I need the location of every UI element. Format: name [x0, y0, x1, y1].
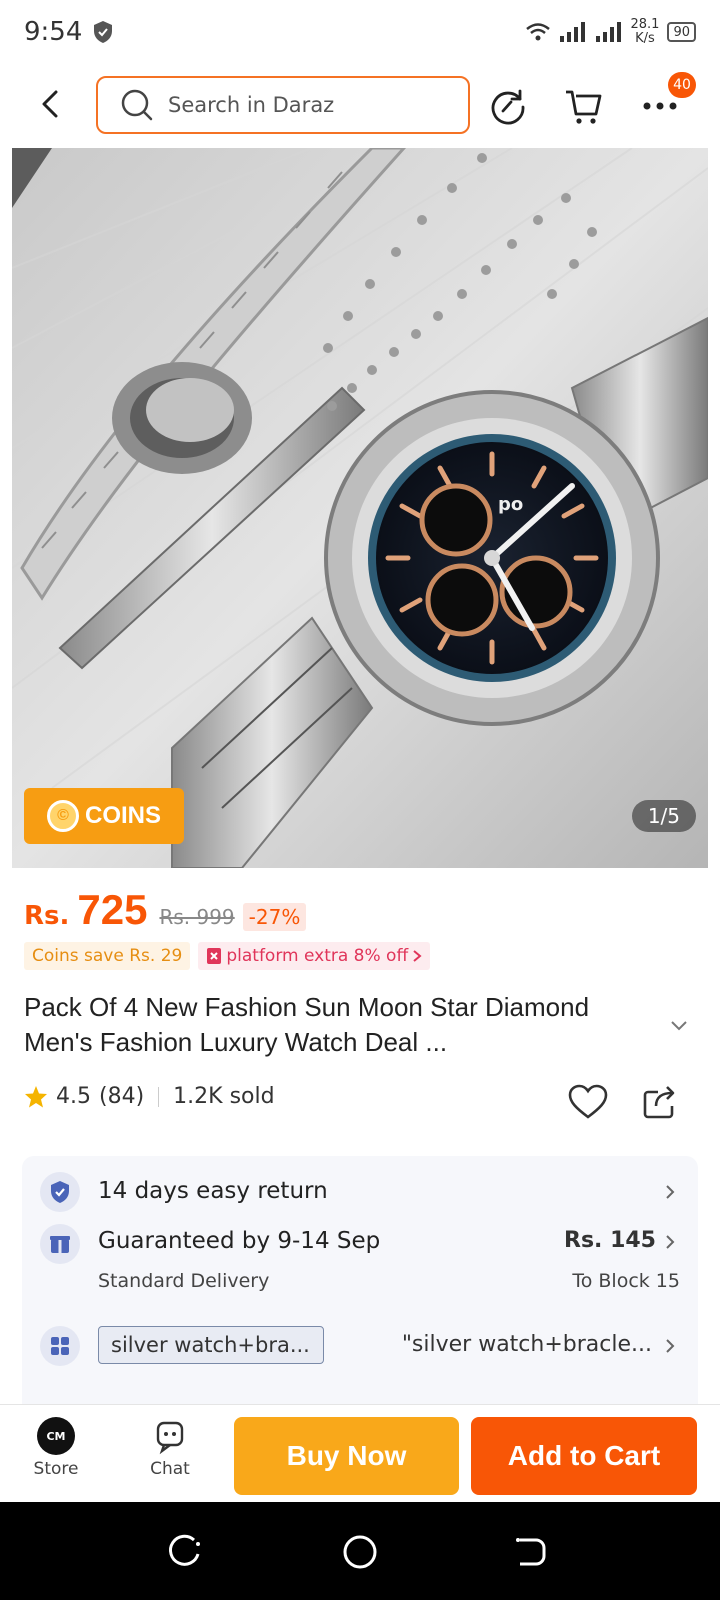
- signal-icon-2: [595, 22, 621, 42]
- wishlist-button[interactable]: [566, 1080, 610, 1124]
- store-button[interactable]: CM Store: [16, 1417, 96, 1479]
- net-speed: 28.1 K/s: [631, 18, 660, 46]
- product-photo: po: [12, 148, 708, 868]
- price-row: Rs. 725 Rs. 999 -27%: [24, 886, 307, 934]
- back-button[interactable]: [30, 84, 70, 124]
- notification-badge: 40: [668, 72, 696, 98]
- coin-icon: ©: [46, 800, 79, 832]
- add-to-cart-button[interactable]: Add to Cart: [471, 1417, 697, 1495]
- variant-row[interactable]: silver watch+bra... "silver watch+bracle…: [22, 1322, 698, 1370]
- home-icon[interactable]: [340, 1532, 380, 1572]
- platform-offer-chip[interactable]: platform extra 8% off: [198, 942, 431, 970]
- price-current: 725: [77, 886, 148, 933]
- chevron-right-icon: [666, 1339, 675, 1353]
- more-button[interactable]: 40: [638, 72, 696, 128]
- chat-button[interactable]: Chat: [130, 1417, 210, 1479]
- more-dots-icon: [643, 102, 677, 110]
- return-policy-row[interactable]: 14 days easy return: [22, 1168, 698, 1216]
- chevron-right-icon: [666, 1235, 675, 1249]
- chevron-left-icon: [42, 90, 58, 118]
- coins-save-chip: Coins save Rs. 29: [24, 942, 191, 970]
- chat-label: Chat: [150, 1459, 190, 1479]
- svg-text:po: po: [498, 494, 523, 515]
- rating-row[interactable]: 4.5 (84) 1.2K sold: [24, 1084, 275, 1109]
- battery-level: 90: [673, 24, 690, 40]
- divider: [158, 1086, 160, 1107]
- delivery-destination: To Block 15: [572, 1270, 680, 1292]
- refresh-history-icon: [491, 89, 525, 125]
- return-shield-icon: [40, 1172, 80, 1212]
- wifi-icon: [525, 23, 550, 41]
- sold-count: 1.2K sold: [173, 1084, 275, 1109]
- net-speed-unit: K/s: [635, 31, 655, 46]
- price-original: Rs. 999: [159, 905, 235, 929]
- signal-icon: [559, 22, 585, 42]
- delivery-fee: Rs. 145: [564, 1228, 656, 1253]
- discount-badge: -27%: [242, 903, 307, 931]
- recent-apps-icon[interactable]: [164, 1532, 204, 1572]
- coins-badge: © COINS: [24, 788, 184, 844]
- image-counter: 1/5: [631, 800, 696, 832]
- star-icon: [25, 1085, 47, 1107]
- coins-badge-label: COINS: [84, 802, 161, 829]
- battery-indicator: 90: [667, 22, 696, 42]
- chat-icon: [156, 1421, 184, 1455]
- chevron-right-icon: [666, 1185, 675, 1199]
- delivery-row[interactable]: Guaranteed by 9-14 Sep Standard Delivery…: [22, 1220, 698, 1304]
- voucher-icon: [207, 948, 222, 964]
- buy-now-button[interactable]: Buy Now: [234, 1417, 459, 1495]
- cart-icon: [566, 90, 602, 124]
- delivery-guarantee: Guaranteed by 9-14 Sep: [98, 1228, 381, 1254]
- store-logo-icon: CM: [37, 1417, 75, 1455]
- store-label: Store: [33, 1459, 79, 1479]
- share-icon: [643, 1086, 675, 1119]
- cart-button[interactable]: [562, 84, 606, 128]
- product-title: Pack Of 4 New Fashion Sun Moon Star Diam…: [24, 992, 590, 1057]
- rating-value: 4.5: [56, 1084, 91, 1109]
- history-button[interactable]: [486, 84, 530, 128]
- status-right: 28.1 K/s 90: [525, 18, 696, 46]
- back-nav-icon[interactable]: [510, 1532, 550, 1572]
- status-time: 9:54: [24, 17, 83, 47]
- status-bar: 9:54 28.1 K/s 90: [0, 0, 720, 64]
- search-box[interactable]: [96, 76, 470, 134]
- service-info-card: 14 days easy return Guaranteed by 9-14 S…: [22, 1156, 698, 1416]
- chevron-down-icon[interactable]: [668, 1014, 690, 1036]
- promo-row: Coins save Rs. 29 platform extra 8% off: [24, 942, 431, 970]
- delivery-gift-icon: [40, 1224, 80, 1264]
- variant-selection: "silver watch+bracle...: [401, 1332, 652, 1357]
- variant-chip[interactable]: silver watch+bra...: [98, 1326, 324, 1364]
- heart-icon: [568, 1084, 608, 1119]
- delivery-type: Standard Delivery: [98, 1270, 270, 1292]
- share-button[interactable]: [638, 1080, 682, 1124]
- search-input[interactable]: [168, 93, 448, 117]
- search-icon: [121, 89, 153, 121]
- rating-count: (84): [99, 1084, 145, 1109]
- bottom-action-bar: CM Store Chat Buy Now Add to Cart: [0, 1404, 720, 1502]
- net-speed-value: 28.1: [630, 17, 660, 32]
- status-left: 9:54: [24, 17, 114, 47]
- variant-grid-icon: [40, 1326, 80, 1366]
- product-image-gallery[interactable]: po © COINS 1/5: [12, 148, 708, 868]
- return-policy-text: 14 days easy return: [98, 1178, 328, 1204]
- platform-offer-label: platform extra 8% off: [226, 946, 409, 966]
- chevron-right-icon: [413, 950, 422, 962]
- price-currency: Rs.: [24, 901, 70, 931]
- system-navigation-bar: [0, 1502, 720, 1600]
- shield-icon: [94, 21, 113, 43]
- top-nav: 40: [0, 72, 720, 136]
